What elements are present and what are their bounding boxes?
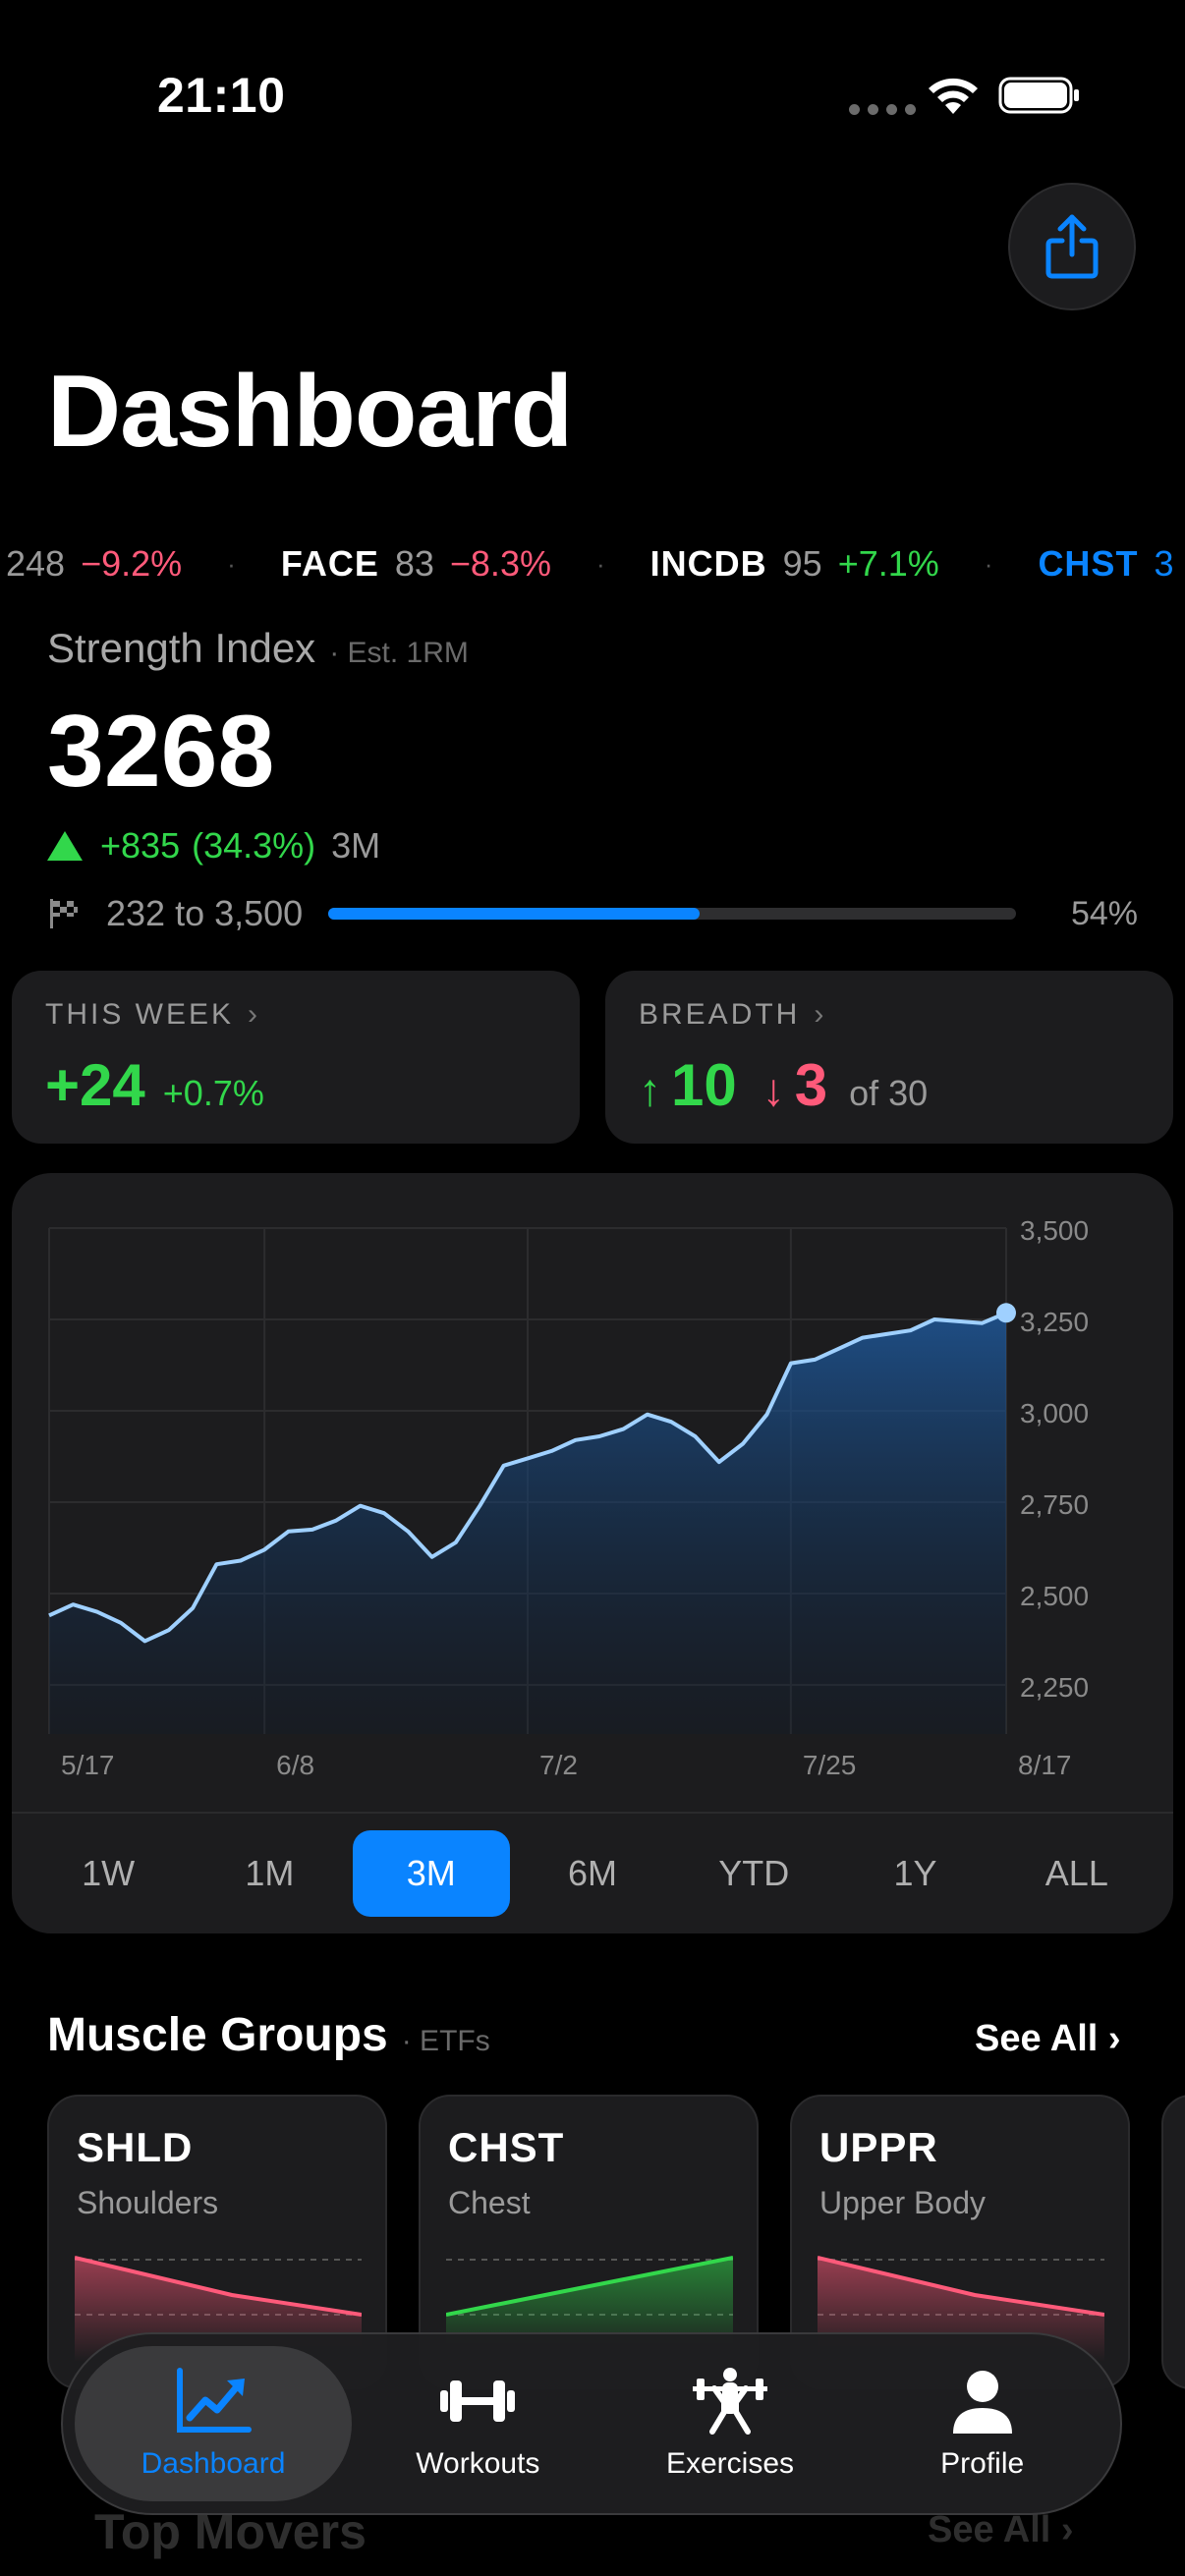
ticker-item[interactable]: INCDB 95 +7.1% xyxy=(650,543,939,585)
battery-icon xyxy=(998,77,1079,114)
wifi-icon xyxy=(929,78,978,114)
checkered-flag-icon xyxy=(50,899,78,928)
muscle-group-name: Upper Body xyxy=(819,2185,986,2220)
chart-icon xyxy=(174,2367,253,2436)
ticker-symbol: CHST xyxy=(1038,543,1139,584)
x-tick-label: 5/17 xyxy=(61,1750,115,1780)
chevron-right-icon: › xyxy=(814,998,824,1031)
goal-range-text: 232 to 3,500 xyxy=(106,893,304,933)
tab-exercises[interactable]: Exercises xyxy=(604,2346,857,2501)
breadth-down-count: 3 xyxy=(794,1052,828,1118)
x-tick-label: 6/8 xyxy=(276,1750,314,1780)
range-button-1m[interactable]: 1M xyxy=(191,1830,348,1917)
ticker-item[interactable]: 248 −9.2% xyxy=(6,543,182,585)
tab-label: Exercises xyxy=(665,2447,795,2480)
strength-index-change: +835 (34.3%) 3M xyxy=(47,825,380,867)
ticker-value: 3 xyxy=(1154,543,1174,584)
strength-chart-card: 3,500 3,250 3,000 2,750 2,500 2,250 5/17 6/8 7/2… xyxy=(12,1173,1173,1933)
ticker-change: −8.3% xyxy=(449,543,551,584)
ticker-symbol: INCDB xyxy=(649,543,767,584)
breadth-up-count: 10 xyxy=(671,1052,737,1118)
ticker-change: +7.1% xyxy=(837,543,939,584)
progress-percent: 54% xyxy=(1070,894,1138,932)
dumbbell-icon xyxy=(438,2367,517,2436)
page-title: Dashboard xyxy=(47,355,573,469)
muscle-groups-subtitle: · ETFs xyxy=(401,2025,490,2057)
ticker-strip[interactable]: 248 −9.2% · FACE 83 −8.3% · INCDB 95 +7.1% · CHST 3 xyxy=(0,538,1185,589)
y-tick-label: 2,250 xyxy=(1020,1672,1089,1703)
status-bar: 21:10 xyxy=(0,0,1185,187)
x-tick-label: 7/25 xyxy=(803,1750,857,1780)
see-all-button[interactable]: See All › xyxy=(975,2018,1121,2060)
muscle-group-name: Shoulders xyxy=(77,2185,219,2220)
chart-last-point xyxy=(996,1303,1016,1323)
x-tick-label: 8/17 xyxy=(1018,1750,1072,1780)
progress-bar-fill xyxy=(328,908,701,920)
triangle-up-icon xyxy=(47,831,83,861)
share-icon xyxy=(1045,214,1099,279)
top-movers-see-all-button[interactable]: See All › xyxy=(928,2509,1074,2551)
range-button-3m[interactable]: 3M xyxy=(352,1830,510,1917)
breadth-card[interactable]: BREADTH › ↑ 10 ↓ 3 of 30 xyxy=(605,971,1173,1144)
tab-dashboard[interactable]: Dashboard xyxy=(75,2346,352,2501)
arrow-down-icon: ↓ xyxy=(762,1064,785,1115)
goal-progress: 232 to 3,500 54% xyxy=(47,888,1138,939)
y-tick-label: 3,000 xyxy=(1020,1398,1089,1428)
ticker-separator: · xyxy=(227,548,236,579)
chevron-right-icon: › xyxy=(1107,2018,1121,2059)
share-button[interactable] xyxy=(1008,183,1136,310)
ticker-item[interactable]: CHST 3 xyxy=(1038,543,1185,585)
status-time: 21:10 xyxy=(157,68,286,123)
y-tick-label: 3,500 xyxy=(1020,1215,1089,1246)
range-button-1w[interactable]: 1W xyxy=(29,1830,187,1917)
muscle-group-symbol: UPPR xyxy=(819,2124,938,2170)
time-range-selector: 1W 1M 3M 6M YTD 1Y ALL xyxy=(12,1812,1173,1933)
strength-index-label: Strength Index · Est. 1RM xyxy=(47,625,469,671)
strength-chart[interactable]: 3,500 3,250 3,000 2,750 2,500 2,250 5/17 6/8 7/2… xyxy=(12,1173,1173,1812)
this-week-value: +24 xyxy=(45,1052,145,1118)
this-week-card[interactable]: THIS WEEK › +24 +0.7% xyxy=(12,971,580,1144)
range-button-ytd[interactable]: YTD xyxy=(675,1830,832,1917)
strength-index-sublabel: · Est. 1RM xyxy=(329,637,469,669)
tab-bar: Dashboard Workouts Exercises Profile xyxy=(61,2332,1122,2515)
this-week-percent: +0.7% xyxy=(162,1073,264,1113)
tab-label: Profile xyxy=(940,2447,1025,2480)
arrow-up-icon: ↑ xyxy=(639,1064,661,1115)
progress-bar xyxy=(328,908,1017,920)
range-button-all[interactable]: ALL xyxy=(998,1830,1156,1917)
tab-profile[interactable]: Profile xyxy=(856,2346,1108,2501)
y-tick-label: 3,250 xyxy=(1020,1307,1089,1337)
muscle-groups-title: Muscle Groups · ETFs xyxy=(47,2009,490,2061)
tab-label: Dashboard xyxy=(141,2447,286,2480)
ticker-item[interactable]: FACE 83 −8.3% xyxy=(281,543,551,585)
tab-label: Workouts xyxy=(416,2447,540,2480)
person-icon xyxy=(943,2367,1022,2436)
weightlifter-icon xyxy=(691,2367,769,2436)
y-tick-label: 2,750 xyxy=(1020,1489,1089,1520)
range-button-6m[interactable]: 6M xyxy=(514,1830,671,1917)
ticker-value: 248 xyxy=(6,543,66,584)
tab-workouts[interactable]: Workouts xyxy=(352,2346,604,2501)
ticker-separator: · xyxy=(595,548,605,579)
muscle-group-symbol: CHST xyxy=(448,2124,565,2170)
breadth-total: of 30 xyxy=(849,1073,929,1113)
ticker-symbol: FACE xyxy=(280,543,379,584)
ticker-value: 95 xyxy=(782,543,822,584)
muscle-group-symbol: SHLD xyxy=(77,2124,194,2170)
muscle-group-card-partial[interactable] xyxy=(1161,2095,1185,2389)
ticker-change: −9.2% xyxy=(81,543,183,584)
ticker-separator: · xyxy=(984,548,993,579)
range-button-1y[interactable]: 1Y xyxy=(837,1830,994,1917)
y-tick-label: 2,500 xyxy=(1020,1581,1089,1611)
muscle-group-name: Chest xyxy=(448,2185,531,2220)
strength-index-value: 3268 xyxy=(47,695,275,809)
cellular-dots-icon xyxy=(849,104,916,115)
chevron-right-icon: › xyxy=(248,998,258,1031)
ticker-value: 83 xyxy=(394,543,434,584)
x-tick-label: 7/2 xyxy=(539,1750,578,1780)
